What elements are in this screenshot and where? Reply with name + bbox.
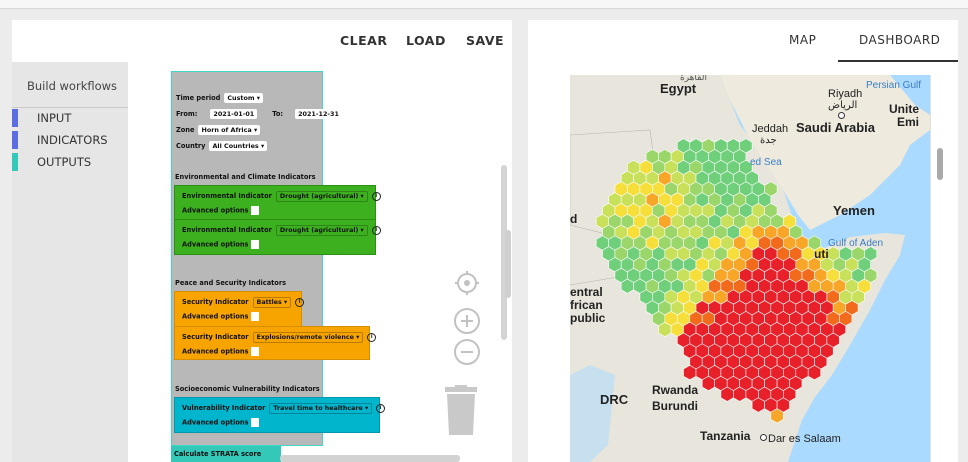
- map-label-uae: Unite: [889, 102, 919, 116]
- risk-map[interactable]: القاهرة Egypt Riyadh الرياض Persian Gulf…: [570, 75, 930, 462]
- workflow-sidebar: Build workflows INPUT INDICATORS OUTPUTS: [12, 62, 128, 462]
- country-label: Country: [176, 142, 206, 150]
- category-color-bar: [12, 153, 18, 171]
- security-indicator-block[interactable]: Security Indicator Battles ▾ i Advanced op…: [174, 291, 305, 327]
- sidebar-title: Build workflows: [27, 79, 118, 93]
- window-top-edge: [0, 0, 968, 9]
- category-color-bar: [12, 109, 18, 127]
- info-icon[interactable]: i: [367, 332, 377, 342]
- map-label-persian-gulf: Persian Gulf: [866, 80, 922, 91]
- clear-button[interactable]: CLEAR: [340, 33, 387, 48]
- time-period-label: Time period: [176, 94, 221, 102]
- calculate-strata-label: Calculate STRATA score: [174, 450, 262, 458]
- country-dropdown[interactable]: All Countries ▾: [209, 141, 268, 151]
- socioeconomic-group-label: Socioeconomic Vulnerability Indicators: [175, 385, 320, 393]
- zoom-in-icon[interactable]: [453, 307, 481, 335]
- indicator-dropdown[interactable]: Travel time to healthcare ▾: [269, 403, 373, 414]
- advanced-options-toggle[interactable]: [251, 347, 260, 356]
- horizontal-scrollbar[interactable]: [280, 455, 460, 462]
- env-group-label: Environmental and Climate Indicators: [175, 173, 316, 181]
- map-label-riyadh: Riyadh: [828, 88, 863, 100]
- map-label-dar-es-salaam: Dar es Salaam: [768, 433, 841, 445]
- block-label: Security Indicator: [182, 333, 249, 341]
- indicator-dropdown[interactable]: Drought (agricultural) ▾: [275, 191, 368, 202]
- block-label: Vulnerability Indicator: [182, 404, 266, 412]
- advanced-options-toggle[interactable]: [251, 418, 260, 427]
- workflow-main-block[interactable]: Time period Custom ▾ From: 2021-01-01 To: 20…: [171, 71, 342, 446]
- map-label-saudi-arabia: Saudi Arabia: [796, 120, 875, 135]
- category-color-bar: [12, 131, 18, 149]
- map-label-red-sea: ed Sea: [750, 157, 782, 168]
- save-button[interactable]: SAVE: [466, 33, 504, 48]
- info-icon[interactable]: i: [371, 225, 381, 235]
- advanced-options-label: Advanced options: [182, 347, 249, 356]
- active-tab-indicator: [838, 60, 958, 62]
- map-label-car-2: frican: [570, 298, 603, 312]
- trash-icon[interactable]: [442, 385, 480, 437]
- map-label-jeddah: Jeddah: [752, 123, 789, 135]
- advanced-options-label: Advanced options: [182, 312, 249, 321]
- vulnerability-indicator-block[interactable]: Vulnerability Indicator Travel time to he…: [174, 397, 386, 433]
- load-button[interactable]: LOAD: [406, 33, 446, 48]
- to-date-input[interactable]: 2021-12-31: [295, 109, 342, 119]
- sidebar-item-outputs[interactable]: OUTPUTS: [12, 153, 128, 171]
- block-label: Security Indicator: [182, 298, 249, 306]
- sidebar-divider: [12, 107, 128, 108]
- info-icon[interactable]: i: [295, 297, 305, 307]
- map-label-gulf-of-aden: Gulf of Aden: [828, 238, 884, 249]
- indicator-dropdown[interactable]: Drought (agricultural) ▾: [275, 225, 368, 236]
- city-marker-icon: [838, 112, 845, 119]
- dashboard-panel: MAP DASHBOARD القاهرة Egypt Riyadh الريا…: [528, 20, 958, 462]
- block-label: Environmental Indicator: [182, 226, 272, 234]
- map-label-riyadh-ar: الرياض: [828, 100, 858, 111]
- map-scrollbar[interactable]: [937, 148, 943, 180]
- map-label-burundi: Burundi: [652, 399, 698, 413]
- advanced-options-toggle[interactable]: [251, 206, 260, 215]
- map-label-rwanda: Rwanda: [652, 383, 699, 397]
- advanced-options-label: Advanced options: [182, 240, 249, 249]
- map-label-drc: DRC: [600, 392, 629, 407]
- info-icon[interactable]: i: [371, 191, 381, 201]
- map-label-car-3: public: [570, 311, 606, 325]
- target-icon[interactable]: [454, 270, 480, 296]
- zoom-out-icon[interactable]: [453, 338, 481, 366]
- sidebar-item-label: INDICATORS: [37, 133, 108, 147]
- tab-map[interactable]: MAP: [789, 33, 816, 47]
- calculate-strata-block[interactable]: Calculate STRATA score: [171, 446, 281, 462]
- map-label-car-1: entral: [570, 285, 603, 299]
- map-label-tanzania: Tanzania: [700, 429, 751, 443]
- sidebar-item-input[interactable]: INPUT: [12, 109, 128, 127]
- map-label-uae-2: Emi: [897, 115, 920, 129]
- tab-dashboard[interactable]: DASHBOARD: [859, 33, 940, 47]
- security-group-label: Peace and Security Indicators: [175, 279, 287, 287]
- time-period-dropdown[interactable]: Custom ▾: [224, 93, 263, 103]
- block-label: Environmental Indicator: [182, 192, 272, 200]
- map-label-egypt: Egypt: [660, 81, 697, 96]
- map-scroll-track: [930, 75, 931, 462]
- environmental-indicator-block[interactable]: Environmental Indicator Drought (agricult…: [174, 185, 381, 221]
- sidebar-item-indicators[interactable]: INDICATORS: [12, 131, 128, 149]
- map-label-yemen: Yemen: [833, 203, 875, 218]
- map-label-d: d: [570, 212, 578, 226]
- sidebar-item-label: INPUT: [37, 111, 72, 125]
- security-indicator-block[interactable]: Security Indicator Explosions/remote viol…: [174, 326, 377, 360]
- zone-dropdown[interactable]: Horn of Africa ▾: [198, 125, 261, 135]
- map-label-jeddah-ar: جدة: [760, 135, 777, 146]
- advanced-options-toggle[interactable]: [251, 312, 260, 321]
- sidebar-item-label: OUTPUTS: [37, 155, 92, 169]
- info-icon[interactable]: i: [376, 403, 386, 413]
- from-label: From:: [176, 110, 198, 118]
- indicator-dropdown[interactable]: Battles ▾: [252, 297, 292, 308]
- map-label-djibouti: uti: [814, 247, 829, 261]
- advanced-options-label: Advanced options: [182, 206, 249, 215]
- panel-scrollbar[interactable]: [505, 230, 511, 298]
- advanced-options-toggle[interactable]: [251, 240, 260, 249]
- indicator-dropdown[interactable]: Explosions/remote violence ▾: [252, 332, 364, 343]
- environmental-indicator-block[interactable]: Environmental Indicator Drought (agricult…: [174, 219, 381, 255]
- to-label: To:: [272, 110, 284, 118]
- from-date-input[interactable]: 2021-01-01: [210, 109, 258, 119]
- advanced-options-label: Advanced options: [182, 418, 249, 427]
- zone-label: Zone: [176, 126, 195, 134]
- city-marker-icon: [760, 434, 767, 441]
